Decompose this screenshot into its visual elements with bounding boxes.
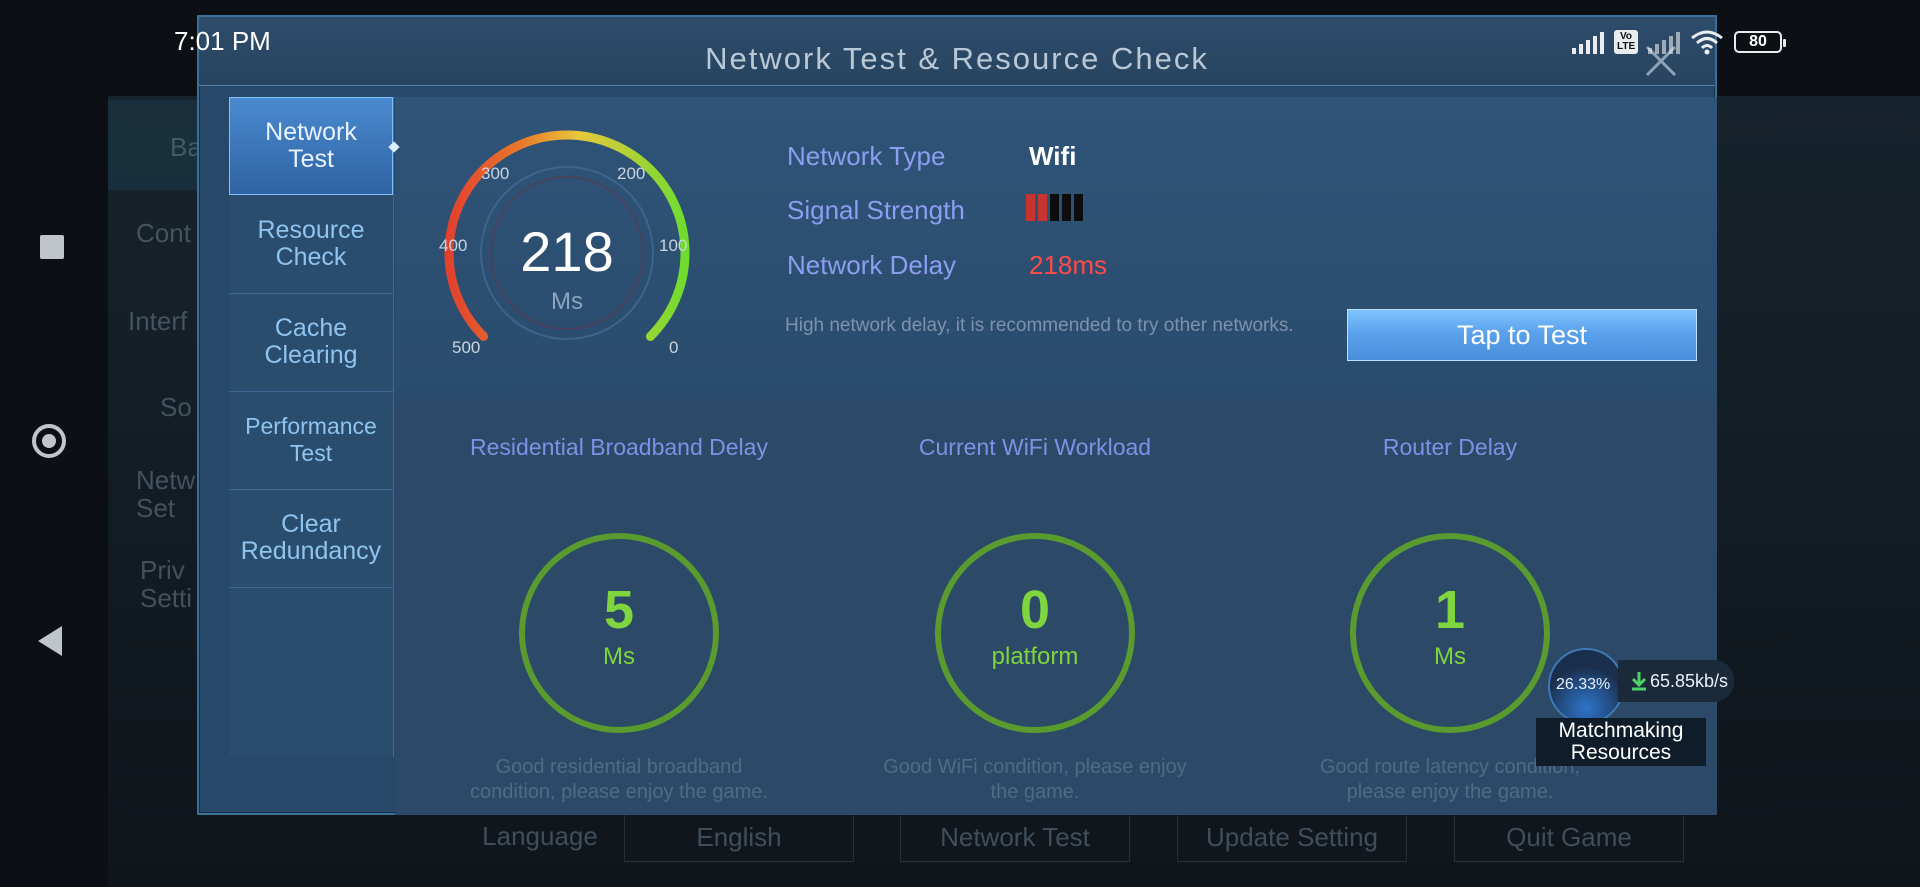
metric-title: Current WiFi Workload xyxy=(918,434,1152,460)
download-arrow-icon xyxy=(1631,672,1647,691)
status-time: 7:01 PM xyxy=(174,26,271,56)
background-quit-game-button: Quit Game xyxy=(1454,812,1684,862)
latency-gauge: 500 400 300 200 100 0 218 Ms xyxy=(439,130,690,357)
background-language-label: Language xyxy=(482,820,598,851)
battery-icon: 80 xyxy=(1734,31,1786,53)
signal-bar xyxy=(1026,194,1035,221)
signal-bar xyxy=(1038,194,1047,221)
network-type-value: Wifi xyxy=(1029,141,1077,171)
metric-unit: Ms xyxy=(603,643,635,670)
metric-wifi-workload: Current WiFi Workload 0 platform Good Wi… xyxy=(883,417,1187,803)
download-percent: 26.33% xyxy=(1556,676,1611,693)
network-type-label: Network Type xyxy=(787,141,946,171)
recent-apps-button[interactable] xyxy=(40,235,64,259)
signal-bar xyxy=(1050,194,1059,221)
metric-value: 5 xyxy=(603,580,635,640)
dialog-sidebar: Network Test Resource Check Cache Cleari… xyxy=(229,97,394,757)
sidebar-item-cache-clearing[interactable]: Cache Clearing xyxy=(229,293,393,392)
signal-strength-bars xyxy=(1026,194,1083,221)
signal-strength-label: Signal Strength xyxy=(787,195,965,225)
metric-title: Residential Broadband Delay xyxy=(470,434,768,460)
dialog-title: Network Test & Resource Check xyxy=(705,41,1209,76)
gauge-tick-label: 300 xyxy=(481,164,509,183)
gauge-tick-label: 0 xyxy=(669,338,678,357)
background-sidebar-label: Priv Setti xyxy=(140,555,193,613)
cell-signal-icon xyxy=(1648,30,1680,54)
gauge-tick-label: 400 xyxy=(439,236,467,255)
gauge-tick-label: 200 xyxy=(617,164,645,183)
network-test-dialog: Network Test & Resource Check Network Te… xyxy=(197,15,1717,815)
sidebar-item-label: Cache Clearing xyxy=(264,314,358,369)
volte-icon: Vo LTE xyxy=(1614,30,1638,54)
network-delay-value: 218ms xyxy=(1029,250,1108,280)
download-label: Matchmaking Resources xyxy=(1536,718,1706,766)
background-update-setting-button: Update Setting xyxy=(1177,812,1407,862)
tap-to-test-button[interactable]: Tap to Test xyxy=(1347,309,1697,361)
sidebar-item-label: Performance Test xyxy=(245,413,377,466)
dialog-header: Network Test & Resource Check xyxy=(199,17,1715,86)
metric-note: Good residential broadband condition, pl… xyxy=(470,756,768,803)
background-sidebar-label: Cont xyxy=(136,218,191,248)
metric-value: 1 xyxy=(1434,580,1466,640)
metric-value: 0 xyxy=(1019,580,1051,640)
background-sidebar-label: Netw Set xyxy=(136,465,196,523)
background-sidebar-label: Interf xyxy=(128,306,188,336)
background-sidebar-label: So xyxy=(160,392,192,422)
gauge-value: 218 xyxy=(520,220,613,283)
sidebar-item-label: Clear Redundancy xyxy=(240,510,382,565)
background-language-button: English xyxy=(624,812,854,862)
resource-download-widget[interactable]: 26.33% 65.85kb/s xyxy=(1548,648,1734,728)
sidebar-item-clear-redundancy[interactable]: Clear Redundancy xyxy=(229,489,393,588)
metric-title: Router Delay xyxy=(1382,434,1518,460)
gauge-tick-label: 100 xyxy=(659,236,687,255)
signal-bar xyxy=(1074,194,1083,221)
background-network-test-button: Network Test xyxy=(900,812,1130,862)
network-delay-label: Network Delay xyxy=(787,250,957,280)
download-rate: 65.85kb/s xyxy=(1650,670,1729,691)
cell-signal-icon xyxy=(1572,30,1604,54)
gauge-tick-label: 500 xyxy=(452,338,480,357)
metric-residential-broadband: Residential Broadband Delay 5 Ms Good re… xyxy=(469,417,769,803)
metric-router-delay: Router Delay 1 Ms Good route latency con… xyxy=(1300,417,1600,803)
back-button[interactable] xyxy=(38,626,62,656)
signal-bar xyxy=(1062,194,1071,221)
sidebar-item-label: Network Test xyxy=(265,118,357,173)
status-icons: Vo LTE 80 xyxy=(1572,26,1786,58)
metric-note: Good WiFi condition, please enjoy the ga… xyxy=(883,756,1187,803)
sidebar-item-label: Resource Check xyxy=(257,216,365,271)
download-rate-box: 65.85kb/s xyxy=(1618,660,1734,702)
home-button[interactable] xyxy=(32,424,66,458)
sidebar-item-performance-test[interactable]: Performance Test xyxy=(229,391,393,490)
sidebar-item-network-test[interactable]: Network Test xyxy=(229,97,393,195)
delay-warning-text: High network delay, it is recommended to… xyxy=(785,315,1294,336)
metric-unit: platform xyxy=(991,643,1079,670)
wifi-icon xyxy=(1691,30,1723,55)
sidebar-item-resource-check[interactable]: Resource Check xyxy=(229,195,393,294)
gauge-unit: Ms xyxy=(551,288,583,315)
